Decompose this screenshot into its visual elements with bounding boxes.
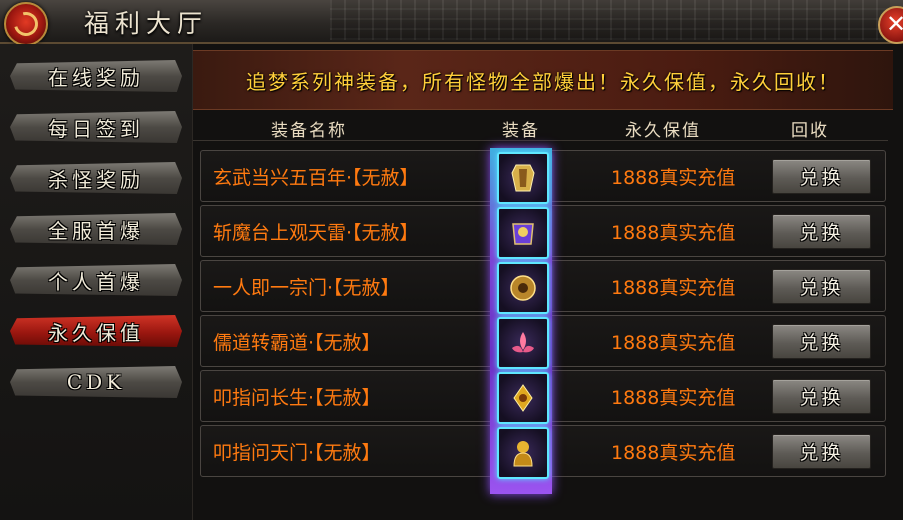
sidebar: 在线奖励 每日签到 杀怪奖励 全服首爆 个人首爆 永久保值 CDK — [0, 44, 193, 520]
title-bar: 福利大厅 ✕ — [0, 0, 903, 46]
exchange-label: 兑换 — [799, 222, 844, 244]
welfare-hall-window: 福利大厅 ✕ 在线奖励 每日签到 杀怪奖励 全服首爆 个人首爆 永久保值 CDK… — [0, 0, 903, 520]
header-recycle: 回收 — [791, 121, 829, 141]
equip-slot[interactable] — [497, 372, 549, 424]
sidebar-item-label: 永久保值 — [48, 320, 144, 345]
sidebar-item-cdk[interactable]: CDK — [10, 366, 182, 398]
sidebar-item-label: 在线奖励 — [48, 65, 144, 90]
equip-name: 斩魔台上观天雷·【无赦】 — [213, 222, 419, 244]
exchange-button[interactable]: 兑换 — [772, 434, 871, 469]
game-logo-icon — [4, 2, 48, 46]
sidebar-item-label: 每日签到 — [48, 116, 144, 141]
equip-value: 1888真实充值 — [611, 167, 736, 189]
sidebar-item-server-first-drop[interactable]: 全服首爆 — [10, 213, 182, 245]
sidebar-item-kill-reward[interactable]: 杀怪奖励 — [10, 162, 182, 194]
sidebar-item-label: 个人首爆 — [48, 269, 144, 294]
sidebar-item-personal-first-drop[interactable]: 个人首爆 — [10, 264, 182, 296]
header-name: 装备名称 — [271, 121, 347, 141]
exchange-button[interactable]: 兑换 — [772, 324, 871, 359]
sidebar-item-label: 全服首爆 — [48, 218, 144, 243]
statue-icon — [513, 441, 533, 467]
equip-value: 1888真实充值 — [611, 332, 736, 354]
exchange-button[interactable]: 兑换 — [772, 159, 871, 194]
sidebar-item-label: 杀怪奖励 — [48, 167, 144, 192]
title-bar-decoration — [330, 0, 890, 40]
exchange-label: 兑换 — [799, 277, 844, 299]
equip-slot[interactable] — [497, 427, 549, 479]
equip-value: 1888真实充值 — [611, 277, 736, 299]
equip-name: 叩指问长生·【无赦】 — [213, 387, 381, 409]
equip-slot[interactable] — [497, 207, 549, 259]
equip-name: 儒道转霸道·【无赦】 — [213, 332, 381, 354]
exchange-label: 兑换 — [799, 442, 844, 464]
sidebar-item-online-reward[interactable]: 在线奖励 — [10, 60, 182, 92]
armor-icon — [511, 164, 535, 192]
lotus-icon — [512, 332, 534, 353]
exchange-label: 兑换 — [799, 387, 844, 409]
sidebar-item-daily-signin[interactable]: 每日签到 — [10, 111, 182, 143]
header-value: 永久保值 — [625, 121, 701, 141]
exchange-button[interactable]: 兑换 — [772, 269, 871, 304]
equip-value: 1888真实充值 — [611, 387, 736, 409]
armor-icon — [512, 223, 534, 245]
exchange-button[interactable]: 兑换 — [772, 379, 871, 414]
equip-value: 1888真实充值 — [611, 442, 736, 464]
equip-value: 1888真实充值 — [611, 222, 736, 244]
equip-name: 玄武当兴五百年·【无赦】 — [213, 167, 419, 189]
exchange-label: 兑换 — [799, 167, 844, 189]
amulet-icon — [513, 384, 533, 412]
header-equip: 装备 — [502, 121, 540, 141]
main-panel: 追梦系列神装备，所有怪物全部爆出！永久保值，永久回收！ 装备名称 装备 永久保值… — [193, 44, 903, 520]
equip-slot[interactable] — [497, 317, 549, 369]
window-title: 福利大厅 — [84, 9, 209, 38]
equip-slot[interactable] — [497, 262, 549, 314]
sidebar-item-permanent-value[interactable]: 永久保值 — [10, 315, 182, 347]
equip-name: 一人即一宗门·【无赦】 — [213, 277, 400, 299]
exchange-button[interactable]: 兑换 — [772, 214, 871, 249]
exchange-label: 兑换 — [799, 332, 844, 354]
promo-banner: 追梦系列神装备，所有怪物全部爆出！永久保值，永久回收！ — [193, 50, 893, 110]
table-header: 装备名称 装备 永久保值 回收 — [193, 112, 888, 141]
equip-slot[interactable] — [497, 152, 549, 204]
helmet-icon — [510, 275, 536, 301]
sidebar-item-label: CDK — [66, 370, 126, 394]
equip-name: 叩指问天门·【无赦】 — [213, 442, 381, 464]
banner-text: 追梦系列神装备，所有怪物全部爆出！永久保值，永久回收！ — [246, 69, 840, 94]
